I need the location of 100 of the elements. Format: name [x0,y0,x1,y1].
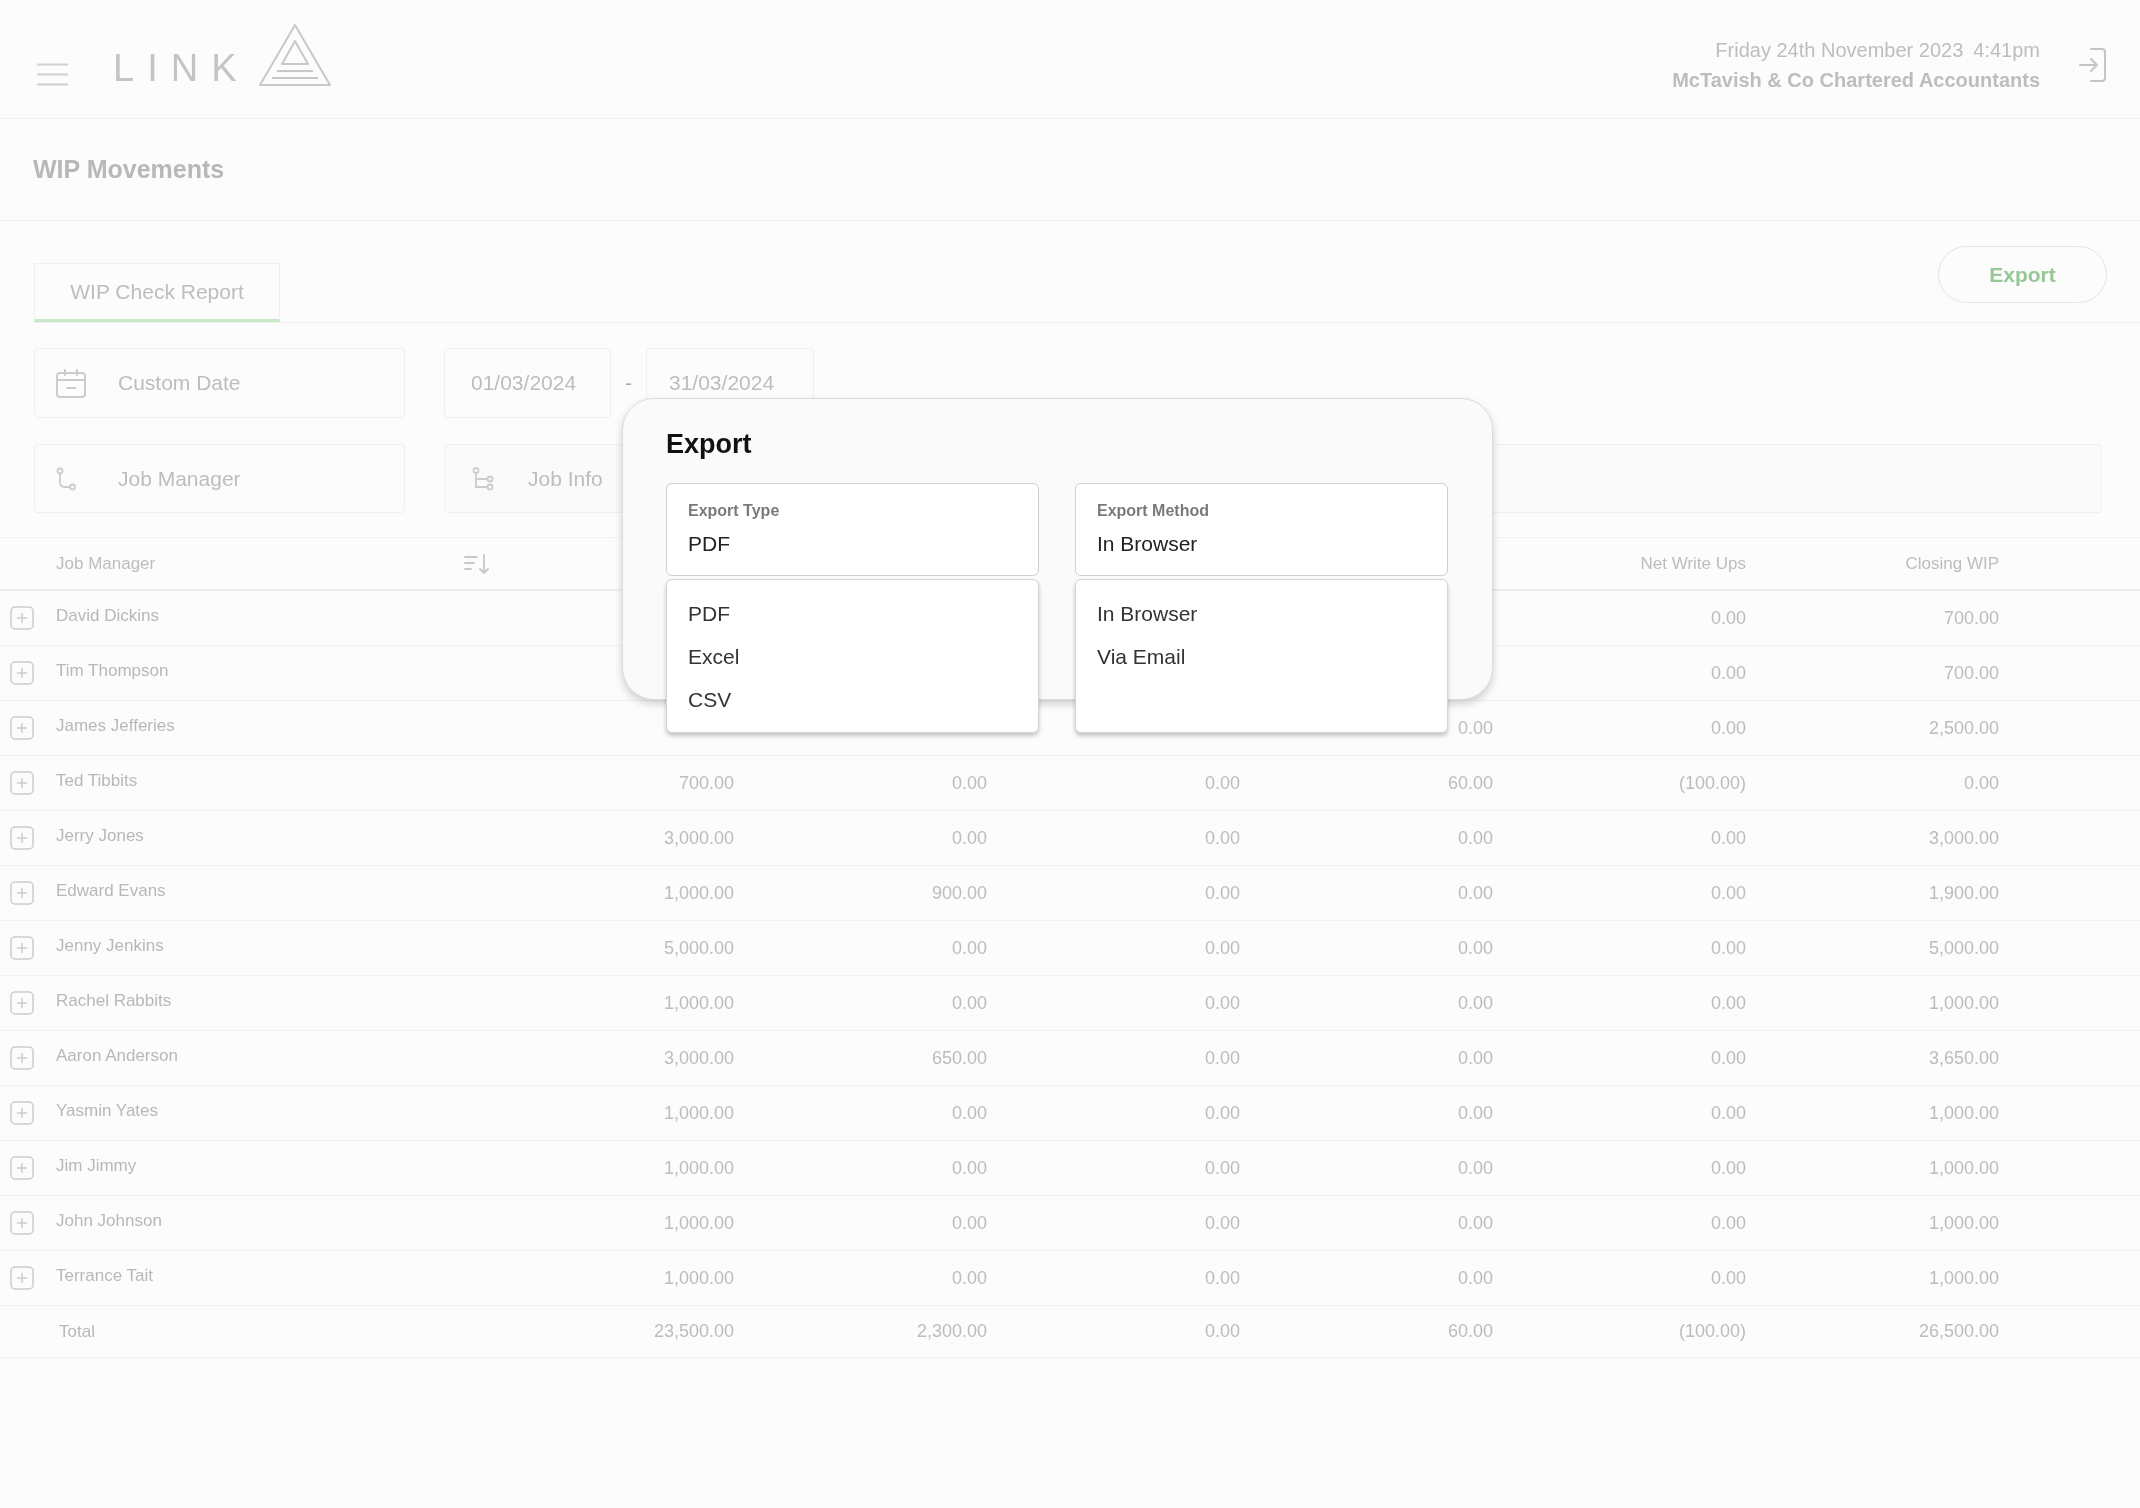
plus-icon[interactable] [10,991,34,1015]
amount-text: 1,000.00 [663,1157,734,1178]
amount-text: 0.00 [951,827,987,848]
amount-text: 0.00 [1710,1157,1746,1178]
plus-icon[interactable] [10,661,34,685]
amount-text: 900.00 [931,882,987,903]
amount-text: 5,000.00 [663,937,734,958]
manager-name: Jenny Jenkins [56,935,164,958]
amount-text: 1,900.00 [1928,882,1999,903]
amount-text: 1,000.00 [1928,1212,1999,1233]
column-header: Job Manager [56,552,156,575]
amount-text: 0.00 [1204,1267,1240,1288]
amount-text: 0.00 [1204,1047,1240,1068]
amount-text: 0.00 [1457,827,1493,848]
amount-text: 0.00 [951,1157,987,1178]
tree-icon [472,466,495,491]
amount-text: 0.00 [951,1212,987,1233]
logo-icon [258,23,333,86]
date-text: Friday 24th November 2023 [1715,38,1964,63]
amount-text: 0.00 [1204,882,1240,903]
plus-icon[interactable] [10,1156,34,1180]
amount-text: 0.00 [1710,937,1746,958]
amount-text: 0.00 [1710,1102,1746,1123]
plus-icon[interactable] [10,1211,34,1235]
manager-name: Rachel Rabbits [56,990,172,1013]
page-title: WIP Movements [33,153,225,185]
manager-name: John Johnson [56,1210,162,1233]
amount-text: 700.00 [1943,607,1999,628]
amount-text: 0.00 [1204,1157,1240,1178]
plus-icon[interactable] [10,606,34,630]
amount-text: 0.00 [1710,1267,1746,1288]
plus-icon[interactable] [10,1101,34,1125]
amount-text: 0.00 [1457,1102,1493,1123]
amount-text: 0.00 [951,772,987,793]
amount-text: 0.00 [1457,1212,1493,1233]
amount-text: 0.00 [1710,992,1746,1013]
amount-text: 0.00 [951,1267,987,1288]
amount-text: 60.00 [1447,772,1493,793]
company-name: McTavish & Co Chartered Accountants [1672,68,2040,93]
column-header: Net Write Ups [1640,553,1746,573]
time-text: 4:41pm [1973,38,2040,63]
amount-text: 1,000.00 [1928,1267,1999,1288]
column-header: Closing WIP [1905,553,1999,573]
manager-name: Aaron Anderson [56,1045,178,1068]
amount-text: 0.00 [1457,1157,1493,1178]
manager-name: Jim Jimmy [56,1155,137,1178]
amount-text: 1,000.00 [663,1102,734,1123]
date-separator: - [625,370,632,397]
plus-icon[interactable] [10,1046,34,1070]
amount-text: 0.00 [1710,827,1746,848]
plus-icon[interactable] [10,936,34,960]
dropdown-field[interactable]: Export Method In Browser [1075,483,1448,576]
amount-text: (100.00) [1678,772,1746,793]
manager-name: Terrance Tait [56,1265,153,1288]
plus-icon[interactable] [10,826,34,850]
manager-name: Edward Evans [56,880,166,903]
amount-text: 700.00 [678,772,734,793]
sort-icon[interactable] [464,552,491,575]
manager-name: James Jefferies [56,715,175,738]
amount-text: 0.00 [1204,1212,1240,1233]
branch-icon [56,466,76,491]
amount-text: 0.00 [1204,1102,1240,1123]
menu-icon[interactable] [37,63,68,86]
amount-text: 1,000.00 [663,992,734,1013]
amount-text: 1,000.00 [663,1212,734,1233]
amount-text: 0.00 [951,992,987,1013]
amount-text: 5,000.00 [1928,937,1999,958]
amount-text: 26,500.00 [1918,1321,1999,1341]
amount-text: 1,000.00 [1928,1102,1999,1123]
amount-text: 2,300.00 [916,1321,987,1341]
dropdown-option[interactable]: Via Email [1092,640,1191,673]
amount-text: 0.00 [1710,882,1746,903]
amount-text: 0.00 [1457,882,1493,903]
amount-text: 23,500.00 [653,1321,734,1341]
dropdown-option[interactable]: Excel [683,640,745,673]
dropdown-option[interactable]: PDF [683,597,735,630]
amount-text: 2,500.00 [1928,717,1999,738]
dialog-title: Export [666,429,752,460]
amount-text: 0.00 [1710,1047,1746,1068]
amount-text: 0.00 [1204,992,1240,1013]
dropdown-option[interactable]: CSV [683,683,737,716]
amount-text: 1,000.00 [663,882,734,903]
dropdown-option[interactable]: In Browser [1092,597,1203,630]
amount-text: 0.00 [1710,607,1746,628]
plus-icon[interactable] [10,1266,34,1290]
amount-text: 0.00 [1204,827,1240,848]
amount-text: 3,000.00 [663,827,734,848]
logout-icon[interactable] [2079,48,2106,82]
plus-icon[interactable] [10,881,34,905]
amount-text: 0.00 [1710,1212,1746,1233]
manager-name: David Dickins [56,605,159,628]
plus-icon[interactable] [10,771,34,795]
amount-text: 3,000.00 [663,1047,734,1068]
manager-name: Yasmin Yates [56,1100,159,1123]
amount-text: 3,000.00 [1928,827,1999,848]
dropdown-field[interactable]: Export Type PDF [666,483,1039,576]
amount-text: (100.00) [1678,1321,1746,1341]
plus-icon[interactable] [10,716,34,740]
manager-name: Tim Thompson [56,660,169,683]
manager-name: Jerry Jones [56,825,144,848]
